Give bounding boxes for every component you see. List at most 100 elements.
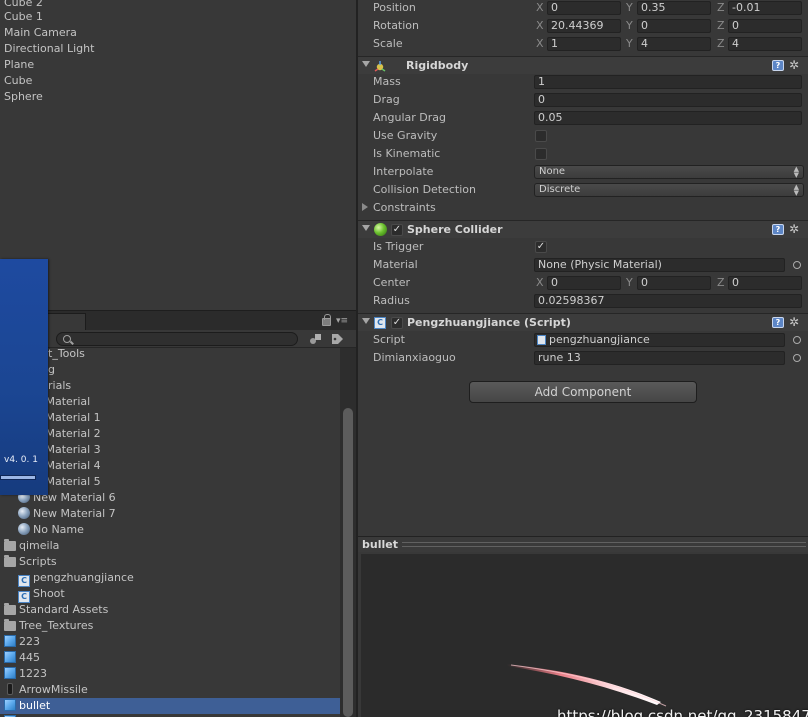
sphere-icon	[18, 507, 30, 519]
scale-x-field[interactable]: 1	[547, 37, 621, 51]
hierarchy-item-plane[interactable]: Plane	[4, 57, 34, 73]
rigidbody-icon	[374, 61, 386, 72]
position-y-field[interactable]: 0.35	[637, 1, 711, 15]
use-gravity-row: Use Gravity	[358, 128, 808, 146]
dropdown-arrows-icon: ▲ ▼	[793, 165, 799, 179]
script-object-field[interactable]: pengzhuangjiance	[534, 333, 785, 347]
radius-field[interactable]: 0.02598367	[534, 294, 802, 308]
project-item[interactable]: 1223	[4, 666, 47, 682]
project-toolbar	[0, 330, 356, 348]
project-scrollbar[interactable]	[340, 348, 356, 717]
constraints-foldout-icon[interactable]	[362, 203, 368, 211]
object-picker-icon[interactable]	[793, 261, 801, 269]
interpolate-dropdown[interactable]: None ▲ ▼	[534, 165, 804, 179]
position-z-field[interactable]: -0.01	[728, 1, 802, 15]
use-gravity-label: Use Gravity	[373, 129, 438, 142]
scale-z-field[interactable]: 4	[728, 37, 802, 51]
help-icon[interactable]: ?	[772, 317, 784, 328]
project-item[interactable]: Tree_Textures	[4, 618, 93, 634]
drag-field[interactable]: 0	[534, 93, 802, 107]
folder-icon	[4, 555, 16, 567]
is-kinematic-checkbox[interactable]	[535, 148, 547, 160]
search-input[interactable]	[56, 332, 298, 346]
hierarchy-item-cube-1[interactable]: Cube 1	[4, 9, 43, 25]
scale-y-field[interactable]: 4	[637, 37, 711, 51]
overlay-popup: v4. 0. 1	[0, 259, 48, 495]
project-item[interactable]: ArrowMissile	[4, 682, 88, 698]
rotation-z-field[interactable]: 0	[728, 19, 802, 33]
sphere-collider-enabled-checkbox[interactable]: ✓	[391, 224, 403, 236]
sphere-collider-header[interactable]: ✓ Sphere Collider ? ✲	[358, 220, 808, 238]
pane-menu-icon[interactable]: ▾≡	[336, 316, 348, 326]
center-x-field[interactable]: 0	[547, 276, 621, 290]
filter-by-type-icon[interactable]	[309, 333, 322, 345]
sphere-collider-icon	[374, 223, 387, 236]
center-row: Center X 0 Y 0 Z 0	[358, 275, 808, 293]
project-item-label: 445	[19, 651, 40, 664]
script-file-icon	[537, 335, 546, 345]
filter-by-label-icon[interactable]	[331, 333, 344, 345]
interpolate-label: Interpolate	[373, 165, 434, 178]
help-icon[interactable]: ?	[772, 224, 784, 235]
rigidbody-header[interactable]: Rigidbody ? ✲	[358, 56, 808, 74]
project-item[interactable]: Scripts	[4, 554, 57, 570]
angular-drag-field[interactable]: 0.05	[534, 111, 802, 125]
project-item-label: Tree_Textures	[19, 619, 94, 632]
dimianxiaoguo-object-field[interactable]: rune 13	[534, 351, 785, 365]
project-item[interactable]: No Name	[18, 522, 84, 538]
project-panel: t ▾≡ t_Toolsgrialsw Materialw Material 1…	[0, 310, 356, 717]
lock-icon[interactable]	[322, 314, 331, 326]
project-item[interactable]: Standard Assets	[4, 602, 108, 618]
preview-resize-grip[interactable]	[402, 542, 806, 547]
material-object-field[interactable]: None (Physic Material)	[534, 258, 785, 272]
prefab-cube-icon	[4, 667, 16, 679]
project-item[interactable]: C Shoot	[18, 586, 65, 603]
hierarchy-item-main-camera[interactable]: Main Camera	[4, 25, 77, 41]
script-component-enabled-checkbox[interactable]: ✓	[391, 317, 403, 329]
project-item[interactable]: 223	[4, 634, 40, 650]
rigidbody-foldout-icon[interactable]	[362, 61, 370, 67]
project-scrollbar-thumb[interactable]	[343, 408, 353, 717]
rotation-y-field[interactable]: 0	[637, 19, 711, 33]
center-label: Center	[373, 276, 411, 289]
help-icon[interactable]: ?	[772, 60, 784, 71]
sphere-collider-title: Sphere Collider	[407, 223, 503, 236]
hierarchy-item-cube[interactable]: Cube	[4, 73, 32, 89]
use-gravity-checkbox[interactable]	[535, 130, 547, 142]
add-component-button[interactable]: Add Component	[469, 381, 697, 403]
hierarchy-item-sphere[interactable]: Sphere	[4, 89, 43, 105]
rotation-x-field[interactable]: 20.44369	[547, 19, 621, 33]
gear-icon[interactable]: ✲	[789, 58, 799, 72]
collision-detection-dropdown[interactable]: Discrete ▲ ▼	[534, 183, 804, 197]
constraints-label[interactable]: Constraints	[373, 200, 436, 218]
preview-header[interactable]: bullet	[358, 536, 808, 552]
script-component-foldout-icon[interactable]	[362, 318, 370, 324]
project-item[interactable]: Cpengzhuangjiance	[18, 570, 134, 587]
script-component-title: Pengzhuangjiance (Script)	[407, 316, 571, 329]
project-item-label: g	[48, 363, 55, 376]
project-item[interactable]: New Material 7	[18, 506, 116, 522]
axis-y-label: Y	[626, 1, 633, 14]
project-item[interactable]: bullet	[0, 698, 340, 714]
object-picker-icon[interactable]	[793, 354, 801, 362]
project-item[interactable]: qimeila	[4, 538, 59, 554]
mass-field[interactable]: 1	[534, 75, 802, 89]
is-trigger-checkbox[interactable]: ✓	[535, 241, 547, 253]
mass-row: Mass 1	[358, 74, 808, 92]
hierarchy-item-directional-light[interactable]: Directional Light	[4, 41, 94, 57]
sphere-collider-foldout-icon[interactable]	[362, 225, 370, 231]
script-component-header[interactable]: C ✓ Pengzhuangjiance (Script) ? ✲	[358, 313, 808, 331]
gear-icon[interactable]: ✲	[789, 315, 799, 329]
angular-drag-row: Angular Drag 0.05	[358, 110, 808, 128]
gear-icon[interactable]: ✲	[789, 222, 799, 236]
project-item[interactable]: 445	[4, 650, 40, 666]
center-z-field[interactable]: 0	[728, 276, 802, 290]
axis-z-label: Z	[717, 276, 725, 289]
project-item-label: 1223	[19, 667, 47, 680]
preview-viewport[interactable]: https://blog.csdn.net/qq_23158477	[361, 554, 808, 717]
object-picker-icon[interactable]	[793, 336, 801, 344]
folder-icon	[4, 619, 16, 631]
position-x-field[interactable]: 0	[547, 1, 621, 15]
center-y-field[interactable]: 0	[637, 276, 711, 290]
constraints-row[interactable]: Constraints	[358, 200, 808, 218]
